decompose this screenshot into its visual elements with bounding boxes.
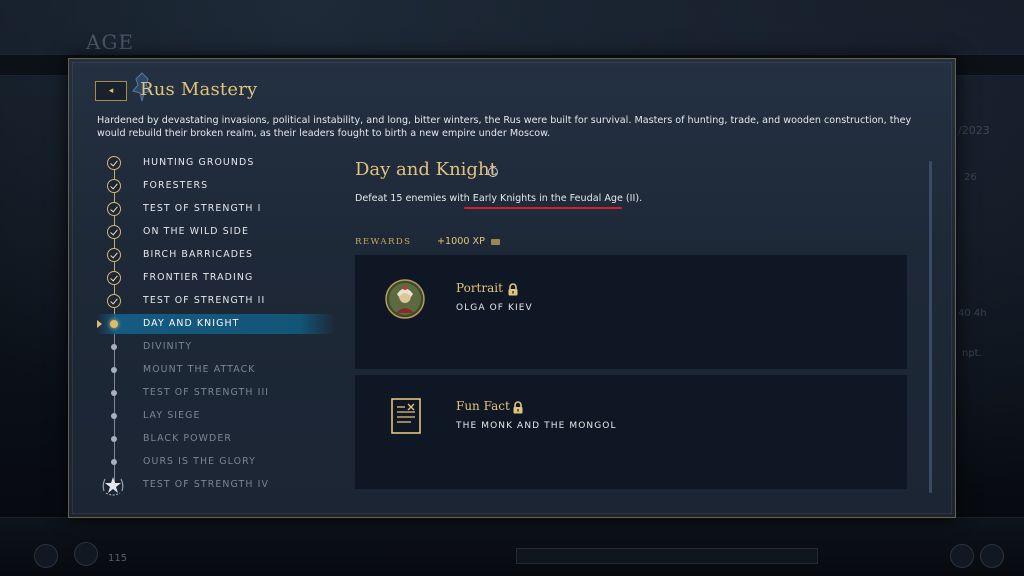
challenge-label: TEST OF STRENGTH III — [143, 387, 270, 398]
challenge-item-foresters[interactable]: FORESTERS — [99, 176, 335, 196]
check-circle-icon — [107, 294, 121, 308]
challenge-label: MOUNT THE ATTACK — [143, 364, 256, 375]
challenge-label: TEST OF STRENGTH II — [143, 295, 266, 306]
lock-icon — [508, 283, 518, 296]
background-emblem-icon — [74, 542, 98, 566]
locked-dot-icon — [111, 344, 117, 350]
challenge-label: FORESTERS — [143, 180, 209, 191]
check-circle-icon — [107, 202, 121, 216]
challenge-item-lay-siege[interactable]: LAY SIEGE — [99, 406, 335, 426]
challenge-item-divinity[interactable]: DIVINITY — [99, 337, 335, 357]
locked-dot-icon — [111, 459, 117, 465]
star-wreath-icon — [102, 477, 124, 496]
check-circle-icon — [107, 248, 121, 262]
check-circle-icon — [107, 179, 121, 193]
challenge-title: Day and Knight — [355, 159, 497, 180]
challenge-label: OURS IS THE GLORY — [143, 456, 256, 467]
locked-dot-icon — [111, 390, 117, 396]
challenge-item-ours-is-the-glory[interactable]: OURS IS THE GLORY — [99, 452, 335, 472]
challenge-item-test-of-strength-4[interactable]: TEST OF STRENGTH IV — [99, 475, 335, 496]
challenge-item-frontier-trading[interactable]: FRONTIER TRADING — [99, 268, 335, 288]
background-settings-icon — [950, 544, 974, 568]
portrait-icon — [385, 279, 425, 319]
reward-subtitle: THE MONK AND THE MONGOL — [456, 421, 617, 431]
modal-title: Rus Mastery — [140, 79, 258, 100]
challenge-item-day-and-knight[interactable]: DAY AND KNIGHT — [97, 314, 335, 334]
challenge-item-mount-the-attack[interactable]: MOUNT THE ATTACK — [99, 360, 335, 380]
challenge-item-birch-barricades[interactable]: BIRCH BARRICADES — [99, 245, 335, 265]
info-icon[interactable]: i — [488, 167, 498, 177]
background-age-label: AGE — [86, 30, 135, 54]
scroll-document-icon — [391, 398, 421, 434]
challenge-item-black-powder[interactable]: BLACK POWDER — [99, 429, 335, 449]
reward-title: Portrait — [456, 281, 503, 295]
challenge-list: HUNTING GROUNDS FORESTERS TEST OF STRENG… — [97, 153, 335, 503]
locked-dot-icon — [111, 367, 117, 373]
objective-suffix: . — [639, 193, 643, 204]
current-arrow-icon — [97, 320, 102, 328]
annotation-underline — [464, 207, 622, 209]
challenge-item-hunting-grounds[interactable]: HUNTING GROUNDS — [99, 153, 335, 173]
check-circle-icon — [107, 271, 121, 285]
background-level-text: 115 — [108, 553, 128, 564]
current-dot-icon — [110, 320, 118, 328]
locked-dot-icon — [111, 413, 117, 419]
challenge-label: HUNTING GROUNDS — [143, 157, 255, 168]
background-bottom-bar — [0, 517, 1024, 576]
challenge-item-test-of-strength-3[interactable]: TEST OF STRENGTH III — [99, 383, 335, 403]
challenge-label: DIVINITY — [143, 341, 193, 352]
background-side-text: npt. — [962, 348, 982, 359]
challenge-label: ON THE WILD SIDE — [143, 226, 249, 237]
objective-highlight: Early Knights in the Feudal Age (II) — [472, 193, 640, 204]
locked-dot-icon — [111, 436, 117, 442]
challenge-label: FRONTIER TRADING — [143, 272, 254, 283]
reward-subtitle: OLGA OF KIEV — [456, 303, 533, 313]
challenge-label: BIRCH BARRICADES — [143, 249, 254, 260]
objective-prefix: Defeat 15 enemies with — [355, 193, 473, 204]
mastery-modal: ◂ Rus Mastery Hardened by devastating in… — [68, 58, 956, 518]
rewards-label: REWARDS — [355, 237, 412, 247]
xp-badge-icon — [491, 239, 500, 245]
background-side-text: 26 — [964, 172, 977, 183]
background-avatar-icon — [34, 544, 58, 568]
challenge-label: TEST OF STRENGTH IV — [143, 479, 269, 490]
background-power-icon — [980, 544, 1004, 568]
challenge-label: BLACK POWDER — [143, 433, 232, 444]
xp-reward: +1000 XP — [437, 236, 485, 247]
check-circle-icon — [107, 225, 121, 239]
civilization-description: Hardened by devastating invasions, polit… — [97, 115, 912, 139]
background-side-text: 40 4h — [958, 308, 987, 319]
challenge-item-test-of-strength-2[interactable]: TEST OF STRENGTH II — [99, 291, 335, 311]
reward-title: Fun Fact — [456, 399, 510, 413]
challenge-label: LAY SIEGE — [143, 410, 201, 421]
challenge-label: TEST OF STRENGTH I — [143, 203, 262, 214]
challenge-item-on-the-wild-side[interactable]: ON THE WILD SIDE — [99, 222, 335, 242]
background-date-text: /2023 — [958, 124, 990, 137]
reward-card-portrait[interactable]: Portrait OLGA OF KIEV — [355, 255, 907, 369]
detail-scrollbar[interactable] — [929, 161, 932, 493]
background-chat-bar — [516, 548, 818, 564]
challenge-objective: Defeat 15 enemies with Early Knights in … — [355, 193, 642, 204]
challenge-item-test-of-strength-1[interactable]: TEST OF STRENGTH I — [99, 199, 335, 219]
lock-icon — [513, 401, 523, 414]
challenge-label: DAY AND KNIGHT — [143, 318, 240, 329]
back-button[interactable]: ◂ — [95, 81, 127, 101]
reward-card-fun-fact[interactable]: Fun Fact THE MONK AND THE MONGOL — [355, 375, 907, 489]
check-circle-icon — [107, 156, 121, 170]
